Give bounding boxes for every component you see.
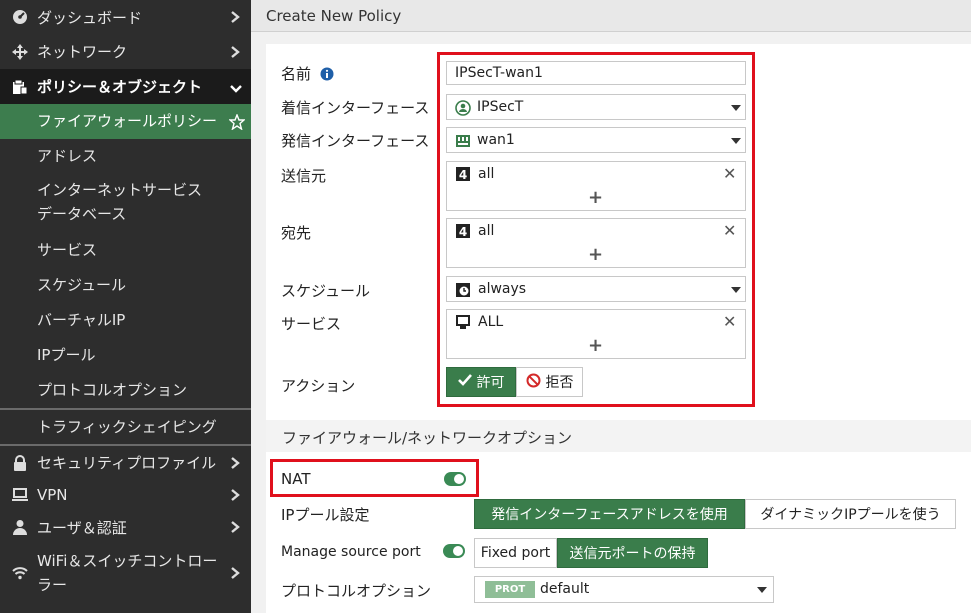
network-move-icon — [11, 43, 29, 61]
star-icon[interactable] — [228, 104, 246, 139]
prot-badge: PROT — [485, 581, 535, 598]
sidebar-sub-ip-pools[interactable]: IPプール — [0, 338, 251, 373]
manage-source-port-toggle[interactable] — [443, 544, 465, 558]
highlight-box-policy-fields — [437, 52, 755, 407]
preserve-source-port-button[interactable]: 送信元ポートの保持 — [557, 538, 708, 568]
dashboard-icon — [11, 8, 29, 26]
sidebar-item-label: VPN — [37, 486, 68, 504]
user-icon — [11, 518, 29, 536]
chevron-right-icon — [230, 456, 242, 470]
sidebar-item-label: ネットワーク — [37, 43, 128, 61]
action-label: アクション — [281, 377, 356, 395]
wifi-icon — [11, 564, 29, 582]
sidebar-item-wifi-switch[interactable]: WiFi＆スイッチコントローラー — [0, 545, 251, 601]
service-label: サービス — [281, 315, 342, 333]
sidebar-item-label: ユーザ＆認証 — [37, 518, 127, 537]
sidebar-item-label: WiFi＆スイッチコントローラー — [37, 552, 218, 594]
sidebar-sub-label: ファイアウォールポリシー — [37, 112, 218, 130]
sidebar-sub-addresses[interactable]: アドレス — [0, 139, 251, 174]
caret-down-icon — [757, 587, 767, 593]
sidebar-item-dashboard[interactable]: ダッシュボード — [0, 0, 251, 34]
schedule-label: スケジュール — [281, 282, 370, 300]
highlight-box-nat — [270, 459, 479, 497]
sidebar-sub-schedules[interactable]: スケジュール — [0, 268, 251, 303]
policy-icon — [11, 78, 29, 96]
sidebar-item-security-profiles[interactable]: セキュリティプロファイル — [0, 446, 251, 479]
destination-label: 宛先 — [281, 224, 312, 242]
sidebar-item-user-auth[interactable]: ユーザ＆認証 — [0, 511, 251, 543]
sidebar-item-network[interactable]: ネットワーク — [0, 34, 251, 69]
page-header: Create New Policy — [251, 0, 971, 32]
lock-icon — [11, 454, 29, 472]
protocol-options-value: default — [540, 581, 590, 597]
protocol-options-label: プロトコルオプション — [281, 582, 432, 600]
source-label: 送信元 — [281, 167, 327, 185]
page-title: Create New Policy — [266, 7, 402, 25]
sidebar-sub-virtual-ip[interactable]: バーチャルIP — [0, 303, 251, 338]
sidebar-item-policy-objects[interactable]: ポリシー＆オブジェクト — [0, 69, 251, 104]
sidebar-sub-protocol-options[interactable]: プロトコルオプション — [0, 373, 251, 408]
sidebar-sub-services[interactable]: サービス — [0, 233, 251, 268]
incoming-interface-label: 着信インターフェース — [281, 99, 430, 117]
chevron-right-icon — [230, 566, 242, 580]
chevron-down-icon — [230, 80, 242, 94]
laptop-icon — [11, 486, 29, 504]
chevron-right-icon — [230, 488, 242, 502]
fixed-port-button[interactable]: Fixed port — [474, 538, 557, 568]
chevron-right-icon — [230, 10, 242, 24]
protocol-options-select[interactable]: PROT default — [474, 576, 774, 603]
ip-pool-use-outgoing-button[interactable]: 発信インターフェースアドレスを使用 — [474, 499, 745, 529]
sidebar-item-label: セキュリティプロファイル — [37, 454, 217, 472]
ip-pool-dynamic-button[interactable]: ダイナミックIPプールを使う — [745, 499, 956, 529]
chevron-right-icon — [230, 45, 242, 59]
sidebar-item-vpn[interactable]: VPN — [0, 479, 251, 511]
name-label: 名前 — [281, 63, 334, 85]
chevron-right-icon — [230, 520, 242, 534]
sidebar: ダッシュボード ネットワーク ポリシー＆オブジェクト ファイアウォールポリシー … — [0, 0, 251, 613]
sidebar-sub-traffic-shaping[interactable]: トラフィックシェイピング — [0, 410, 251, 444]
sidebar-item-label: ダッシュボード — [37, 8, 143, 27]
sidebar-item-label: ポリシー＆オブジェクト — [37, 78, 203, 96]
manage-source-port-label: Manage source port — [281, 544, 421, 560]
outgoing-interface-label: 発信インターフェース — [281, 132, 430, 150]
fw-network-options-title: ファイアウォール/ネットワークオプション — [282, 429, 573, 447]
info-icon[interactable] — [320, 67, 334, 85]
sidebar-sub-firewall-policy[interactable]: ファイアウォールポリシー — [0, 104, 251, 139]
sidebar-sub-internet-service-db[interactable]: インターネットサービスデータベース — [0, 178, 210, 232]
ip-pool-config-label: IPプール設定 — [281, 506, 370, 524]
